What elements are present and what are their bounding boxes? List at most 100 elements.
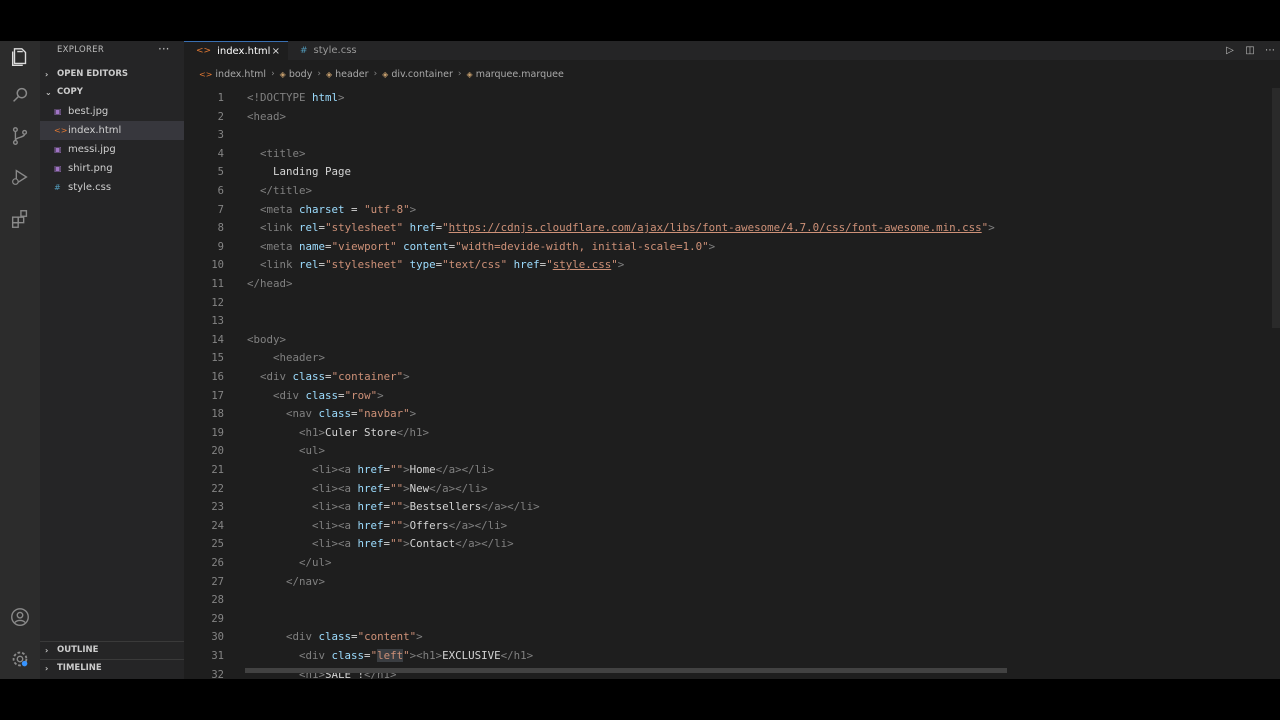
code-token: <div — [299, 649, 332, 662]
code-token: "navbar" — [357, 407, 410, 421]
code-line[interactable]: 4 <title> — [184, 145, 1280, 164]
code-line[interactable]: 11 </head> — [184, 275, 1280, 294]
code-line[interactable]: 14 <body> — [184, 331, 1280, 350]
code-line[interactable]: 15 <header> — [184, 349, 1280, 368]
folder-section[interactable]: ⌄ COPY — [40, 83, 184, 101]
breadcrumb-item-div-container[interactable]: ◈ div.container › — [382, 69, 466, 80]
code-line[interactable]: 29 — [184, 610, 1280, 629]
code-editor[interactable]: 1 <!DOCTYPE html> 2 <head> 3 4 <title> 5 Landi… — [184, 88, 1280, 679]
code-token: class — [305, 388, 339, 402]
tab-style-css[interactable]: # style.css — [288, 41, 380, 60]
code-token: </h1> — [500, 649, 534, 662]
code-token: left — [377, 649, 404, 662]
open-editors-section[interactable]: › OPEN EDITORS — [40, 65, 184, 83]
element-icon: ◈ — [382, 69, 389, 79]
code-line[interactable]: 27 </nav> — [184, 573, 1280, 592]
split-editor-icon[interactable]: ◫ — [1240, 45, 1260, 56]
code-line[interactable]: 9 <meta name="viewport" content="width=d… — [184, 238, 1280, 257]
code-token: <head> — [247, 109, 287, 123]
close-icon[interactable]: × — [272, 46, 280, 57]
line-number: 21 — [211, 464, 224, 476]
code-line[interactable]: 30 <div class="content"> — [184, 628, 1280, 647]
code-line[interactable]: 12 — [184, 294, 1280, 313]
code-line[interactable]: 17 <div class="row"> — [184, 387, 1280, 406]
code-line[interactable]: 13 — [184, 312, 1280, 331]
line-number: 3 — [217, 129, 224, 142]
file-item-style-css[interactable]: # style.css — [40, 178, 184, 197]
code-line[interactable]: 26 </ul> — [184, 554, 1280, 573]
explorer-icon[interactable] — [8, 45, 32, 69]
timeline-section[interactable]: › TIMELINE — [40, 659, 184, 676]
code-token: type — [409, 258, 436, 272]
code-token: "" — [390, 463, 404, 476]
code-line[interactable]: 3 — [184, 126, 1280, 145]
code-line[interactable]: 24 <li><a href="">Offers</a></li> — [184, 517, 1280, 536]
file-item-shirt-png[interactable]: ▣ shirt.png — [40, 159, 184, 178]
code-line[interactable]: 2 <head> — [184, 108, 1280, 127]
vertical-scrollbar[interactable] — [1272, 88, 1280, 328]
source-control-icon[interactable] — [8, 124, 32, 148]
line-number: 27 — [211, 575, 224, 588]
code-line[interactable]: 22 <li><a href="">New</a></li> — [184, 480, 1280, 499]
chevron-right-icon: › — [373, 69, 378, 79]
code-line[interactable]: 7 <meta charset = "utf-8"> — [184, 201, 1280, 220]
more-actions-icon[interactable]: ··· — [158, 42, 169, 56]
code-line[interactable]: 25 <li><a href="">Contact</a></li> — [184, 535, 1280, 554]
line-number: 16 — [211, 371, 224, 383]
code-token: "stylesheet" — [325, 221, 404, 235]
code-token: </a></li> — [435, 463, 495, 476]
file-item-messi-jpg[interactable]: ▣ messi.jpg — [40, 140, 184, 159]
account-icon[interactable] — [8, 605, 32, 629]
code-line[interactable]: 28 — [184, 591, 1280, 610]
code-line[interactable]: 10 <link rel="stylesheet" type="text/css… — [184, 256, 1280, 275]
run-debug-icon[interactable] — [8, 165, 32, 189]
tab-label: index.html — [217, 45, 271, 57]
code-line[interactable]: 31 <div class="left"><h1>EXCLUSIVE</h1> — [184, 647, 1280, 666]
search-icon[interactable] — [8, 83, 32, 107]
breadcrumb-item-file[interactable]: <> index.html › — [199, 69, 280, 80]
settings-gear-icon[interactable] — [8, 647, 32, 671]
code-line[interactable]: 23 <li><a href="">Bestsellers</a></li> — [184, 498, 1280, 517]
code-line[interactable]: 20 <ul> — [184, 442, 1280, 461]
line-number: 8 — [217, 222, 224, 235]
horizontal-scrollbar[interactable] — [245, 668, 1007, 673]
chevron-right-icon: › — [45, 69, 49, 79]
line-number: 15 — [211, 352, 224, 365]
code-token: href — [357, 481, 384, 495]
file-item-best-jpg[interactable]: ▣ best.jpg — [40, 102, 184, 121]
code-text: <li><a href="">Bestsellers</a></li> — [247, 498, 540, 517]
tab-index-html[interactable]: <> index.html × — [184, 41, 288, 60]
code-text: <link rel="stylesheet" type="text/css" h… — [247, 256, 624, 275]
image-file-icon: ▣ — [54, 145, 62, 154]
breadcrumb-label: header — [335, 68, 369, 80]
breadcrumb-item-header[interactable]: ◈ header › — [326, 69, 382, 80]
code-token: </ul> — [299, 556, 332, 569]
breadcrumb-item-body[interactable]: ◈ body › — [280, 69, 326, 80]
code-line[interactable]: 19 <h1>Culer Store</h1> — [184, 424, 1280, 443]
code-line[interactable]: 16 <div class="container"> — [184, 368, 1280, 387]
line-number: 4 — [217, 147, 224, 160]
code-line[interactable]: 8 <link rel="stylesheet" href="https://c… — [184, 219, 1280, 238]
editor-tabs: <> index.html × # style.css ▷ ◫ ⋯ — [184, 41, 1280, 60]
code-line[interactable]: 18 <nav class="navbar"> — [184, 405, 1280, 424]
image-file-icon: ▣ — [54, 107, 62, 116]
outline-section[interactable]: › OUTLINE — [40, 641, 184, 658]
breadcrumb-item-marquee[interactable]: ◈ marquee.marquee — [467, 69, 564, 80]
css-file-icon: # — [54, 183, 61, 192]
more-actions-icon[interactable]: ⋯ — [1260, 45, 1280, 56]
file-item-index-html[interactable]: <> index.html — [40, 121, 184, 140]
code-text: <div class="container"> — [247, 368, 410, 387]
code-line[interactable]: 6 </title> — [184, 182, 1280, 201]
extensions-icon[interactable] — [8, 207, 32, 231]
code-line[interactable]: 5 Landing Page — [184, 163, 1280, 182]
code-line[interactable]: 21 <li><a href="">Home</a></li> — [184, 461, 1280, 480]
line-number: 24 — [211, 519, 224, 532]
code-token: href — [409, 221, 436, 235]
run-icon[interactable]: ▷ — [1220, 45, 1240, 56]
code-line[interactable]: 1 <!DOCTYPE html> — [184, 89, 1280, 108]
code-token: </a></li> — [455, 537, 514, 551]
code-token: "row" — [344, 388, 378, 402]
